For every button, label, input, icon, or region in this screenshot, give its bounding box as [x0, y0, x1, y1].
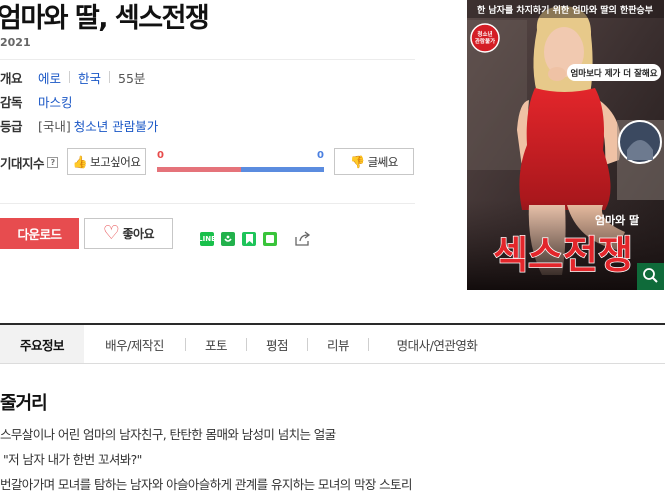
download-button[interactable]: 다운로드 [0, 218, 79, 249]
tab-cast-crew[interactable]: 배우/제작진 [84, 325, 185, 363]
tab-photos[interactable]: 포토 [186, 325, 246, 363]
movie-poster[interactable]: 한 남자를 차지하기 위한 엄마와 딸의 한판승부 청소년 관람불가 엄마보다 … [467, 0, 664, 290]
genre-link[interactable]: 에로 [38, 68, 61, 87]
tab-nav: 주요정보 배우/제작진 포토 평점 리뷰 명대사/연관영화 [0, 325, 665, 364]
rating-link[interactable]: 청소년 관람불가 [74, 116, 158, 135]
rating-prefix: [국내] [38, 118, 71, 134]
movie-title: 엄마와 딸, 섹스전쟁 [0, 3, 210, 34]
not-sure-label: 글쎄요 [367, 154, 399, 169]
share-out-icon[interactable] [294, 231, 312, 247]
poster-speech: 엄마보다 제가 더 잘해요 [570, 68, 657, 79]
cafe-icon[interactable] [263, 232, 277, 246]
overview-label: 개요 [0, 70, 23, 86]
not-sure-button[interactable]: 👎 글쎄요 [334, 148, 414, 175]
expectation-gauge [157, 167, 324, 172]
poster-top-caption: 한 남자를 차지하기 위한 엄마와 딸의 한판승부 [477, 4, 653, 16]
tab-ratings[interactable]: 평점 [247, 325, 307, 363]
want-to-see-label: 보고싶어요 [90, 154, 141, 169]
want-to-see-button[interactable]: 👍 보고싶어요 [67, 148, 146, 175]
thumbs-up-icon: 👍 [72, 154, 88, 169]
like-label: 좋아요 [122, 227, 155, 241]
expectation-label-group: 기대지수 ? [0, 152, 59, 172]
line-icon[interactable]: LINE [198, 232, 216, 246]
band-icon[interactable] [221, 232, 235, 246]
gauge-nah-fill [240, 167, 324, 172]
svg-text:관람불가: 관람불가 [475, 37, 495, 45]
synopsis-line: 번갈아가며 모녀를 탐하는 남자와 아슬아슬하게 관계를 유지하는 모녀의 막장… [0, 477, 412, 492]
director-row: 감독 마스킹 [0, 91, 73, 111]
thumbs-down-icon: 👎 [350, 154, 365, 169]
tab-quotes-related[interactable]: 명대사/연관영화 [369, 325, 505, 363]
director-label: 감독 [0, 94, 23, 110]
heart-icon: ♡ [102, 222, 120, 244]
separator [69, 71, 71, 83]
divider [0, 59, 415, 60]
svg-text:청소년: 청소년 [477, 30, 492, 38]
synopsis-heading: 줄거리 [0, 393, 48, 414]
gauge-want-fill [157, 167, 241, 172]
runtime: 55분 [118, 70, 146, 86]
country-link[interactable]: 한국 [78, 68, 101, 87]
divider [0, 203, 415, 204]
nah-count: 0 [317, 150, 324, 161]
tab-reviews[interactable]: 리뷰 [308, 325, 368, 363]
like-button[interactable]: ♡ 좋아요 [84, 218, 173, 249]
bookmark-icon[interactable] [242, 232, 256, 246]
expectation-label: 기대지수 [0, 155, 45, 171]
release-year: 2021 [0, 36, 31, 49]
rating-label: 등급 [0, 118, 23, 134]
separator [109, 71, 111, 83]
director-link[interactable]: 마스킹 [38, 92, 73, 111]
tab-main-info[interactable]: 주요정보 [0, 325, 84, 363]
overview-row: 개요 에로 한국 55분 [0, 67, 145, 87]
help-icon[interactable]: ? [47, 156, 59, 168]
synopsis-line: 스무살이나 어린 엄마의 남자친구, 탄탄한 몸매와 남성미 넘치는 얼굴 [0, 427, 336, 442]
want-count: 0 [157, 150, 164, 161]
poster-subtitle: 엄마와 딸 [595, 213, 639, 227]
rating-row: 등급 [국내] 청소년 관람불가 [0, 115, 158, 135]
synopsis-line: "저 남자 내가 한번 꼬셔봐?" [3, 452, 142, 467]
poster-big-title: 섹스전쟁 [493, 233, 633, 277]
